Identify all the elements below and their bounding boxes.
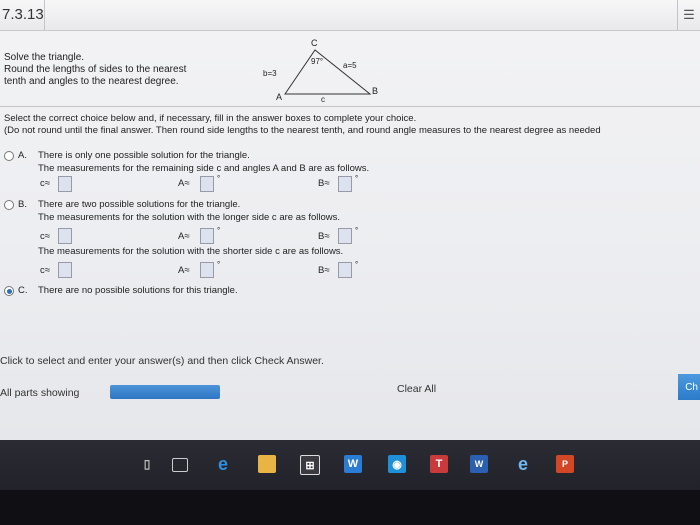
hint-text: Click to select and enter your answer(s)… (0, 355, 324, 367)
choice-b-radio[interactable] (4, 200, 14, 210)
problem-line-1: Solve the triangle. (4, 52, 85, 63)
file-explorer-icon[interactable] (258, 455, 276, 473)
side-b-label: b=3 (263, 69, 277, 78)
edge-icon[interactable]: e (214, 454, 232, 474)
B-approx-label: B≈ (318, 178, 330, 189)
choice-b1-B-input[interactable] (338, 228, 352, 244)
choice-c-radio[interactable] (4, 286, 14, 296)
screen: 7.3.13 ☰ Solve the triangle. Round the l… (0, 0, 700, 440)
degree-symbol: ° (355, 226, 359, 235)
B-approx-label: B≈ (318, 265, 330, 276)
powerpoint-icon[interactable]: P (556, 455, 574, 473)
problem-line-3: tenth and angles to the nearest degree. (4, 76, 179, 87)
choice-b-sub2: The measurements for the solution with t… (38, 246, 344, 257)
degree-symbol: ° (217, 260, 221, 269)
choice-b2-c-input[interactable] (58, 262, 72, 278)
choice-c-letter: C. (18, 285, 28, 296)
choice-b2-A-input[interactable] (200, 262, 214, 278)
choice-a-B-input[interactable] (338, 176, 352, 192)
c-approx-label: c≈ (40, 231, 50, 242)
parts-showing-label: All parts showing (0, 387, 80, 399)
choice-b-letter: B. (18, 199, 27, 210)
choice-c-text: There are no possible solutions for this… (38, 285, 238, 296)
degree-symbol: ° (217, 174, 221, 183)
A-approx-label: A≈ (178, 231, 190, 242)
c-approx-label: c≈ (40, 265, 50, 276)
degree-symbol: ° (217, 226, 221, 235)
instructions-line-2: (Do not round until the final answer. Th… (4, 125, 601, 136)
ie-icon[interactable]: e (514, 454, 532, 474)
problem-line-2: Round the lengths of sides to the neares… (4, 64, 187, 75)
divider (44, 0, 45, 30)
section-number: 7.3.13 (2, 6, 44, 23)
B-approx-label: B≈ (318, 231, 330, 242)
A-approx-label: A≈ (178, 178, 190, 189)
degree-symbol: ° (355, 260, 359, 269)
monitor-bezel (0, 490, 700, 525)
degree-symbol: ° (355, 174, 359, 183)
divider-line (0, 106, 700, 107)
choice-b-text: There are two possible solutions for the… (38, 199, 241, 210)
choice-b-sub1: The measurements for the solution with t… (38, 212, 341, 223)
triangle-shape (284, 49, 372, 95)
choice-a-A-input[interactable] (200, 176, 214, 192)
choice-a-letter: A. (18, 150, 27, 161)
teams-icon[interactable]: T (430, 455, 448, 473)
A-approx-label: A≈ (178, 265, 190, 276)
choice-a-text: There is only one possible solution for … (38, 150, 250, 161)
task-view-icon[interactable] (172, 458, 188, 472)
top-bar: 7.3.13 ☰ (0, 0, 700, 31)
word-doc-icon[interactable]: W (470, 455, 488, 473)
clear-all-button[interactable]: Clear All (397, 383, 436, 395)
vertex-c-label: C (311, 38, 318, 48)
side-a-label: a=5 (343, 61, 357, 70)
vertex-a-label: A (276, 92, 282, 102)
list-icon[interactable]: ☰ (677, 0, 700, 30)
store-icon[interactable]: ⊞ (300, 455, 320, 475)
choice-a-sub: The measurements for the remaining side … (38, 163, 370, 174)
choice-b2-B-input[interactable] (338, 262, 352, 278)
vertex-b-label: B (372, 86, 378, 96)
side-c-label: c (321, 95, 325, 104)
triangle-diagram: C A B 97° b=3 a=5 c (263, 38, 378, 104)
choice-b1-A-input[interactable] (200, 228, 214, 244)
progress-bar (110, 385, 220, 399)
microphone-icon[interactable]: ▯ (138, 455, 156, 473)
angle-c-label: 97° (311, 57, 323, 66)
instructions-line-1: Select the correct choice below and, if … (4, 113, 417, 124)
check-answer-button[interactable]: Ch (678, 374, 700, 400)
choice-b1-c-input[interactable] (58, 228, 72, 244)
c-approx-label: c≈ (40, 178, 50, 189)
choice-a-c-input[interactable] (58, 176, 72, 192)
app-icon[interactable]: ◉ (388, 455, 406, 473)
word-icon[interactable]: W (344, 455, 362, 473)
choice-a-radio[interactable] (4, 151, 14, 161)
